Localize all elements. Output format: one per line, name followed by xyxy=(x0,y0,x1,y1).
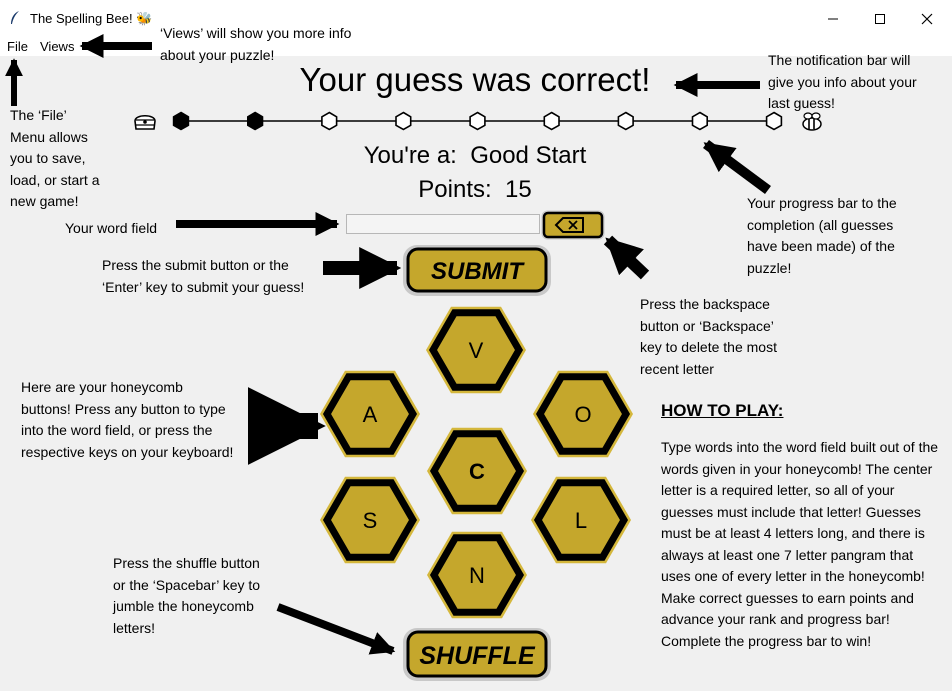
honeycomb-button-lower-right[interactable]: L xyxy=(531,476,631,564)
honeycomb-letter: V xyxy=(469,338,484,363)
honeycomb-button-lower-left[interactable]: S xyxy=(320,476,420,564)
how-to-play-body: Type words into the word field built out… xyxy=(661,439,939,649)
annotation-notification: The notification bar will give you info … xyxy=(768,52,917,111)
arrow-progress xyxy=(703,139,771,195)
progress-node-empty xyxy=(691,111,709,131)
arrow-shuffle xyxy=(276,603,396,655)
honeycomb-letter: L xyxy=(575,508,587,533)
shuffle-label: SHUFFLE xyxy=(419,642,536,670)
honeycomb-letter: A xyxy=(363,402,378,427)
honeycomb-button-bottom[interactable]: N xyxy=(427,531,527,619)
honeycomb-button-upper-left[interactable]: A xyxy=(320,370,420,458)
honeycomb-letter: O xyxy=(574,402,591,427)
annotation-views: ‘Views’ will show you more info about yo… xyxy=(160,25,352,63)
annotation-file: The ‘File’ Menu allows you to save, load… xyxy=(10,107,100,209)
submit-button[interactable]: SUBMIT xyxy=(403,245,551,296)
progress-node-empty xyxy=(543,111,560,131)
progress-bar xyxy=(134,111,822,131)
bee-icon xyxy=(802,112,822,131)
backspace-button[interactable] xyxy=(541,210,605,240)
progress-node-empty xyxy=(469,111,486,131)
annotation-backspace: Press the backspace button or ‘Backspace… xyxy=(640,296,777,377)
honeycomb-letter: S xyxy=(363,508,378,533)
progress-node-empty xyxy=(617,111,634,131)
honeycomb-letter: N xyxy=(469,563,485,588)
progress-node-filled xyxy=(172,111,190,131)
progress-node-filled xyxy=(247,111,264,131)
progress-node-empty xyxy=(395,111,412,131)
honeycomb-letter: C xyxy=(469,459,485,484)
honeycomb-button-top[interactable]: V xyxy=(426,306,526,394)
submit-label: SUBMIT xyxy=(431,258,525,285)
honeycomb-button-upper-right[interactable]: O xyxy=(533,370,633,458)
arrow-backspace xyxy=(603,235,650,280)
honeycomb: V A O C S L N xyxy=(320,306,633,619)
shuffle-button[interactable]: SHUFFLE xyxy=(403,628,551,681)
annotation-submit: Press the submit button or the ‘Enter’ k… xyxy=(102,257,305,295)
progress-node-empty xyxy=(765,111,783,131)
honeycomb-button-center[interactable]: C xyxy=(427,427,527,515)
annotation-progress: Your progress bar to the completion (all… xyxy=(747,195,897,276)
progress-node-empty xyxy=(321,111,338,131)
annotation-honeycomb: Here are your honeycomb buttons! Press a… xyxy=(21,379,234,460)
annotation-word-field: Your word field xyxy=(65,220,158,236)
how-to-play-title: HOW TO PLAY: xyxy=(661,401,784,420)
annotation-shuffle: Press the shuffle button or the ‘Spaceba… xyxy=(113,555,261,636)
beehive-icon xyxy=(134,114,156,130)
